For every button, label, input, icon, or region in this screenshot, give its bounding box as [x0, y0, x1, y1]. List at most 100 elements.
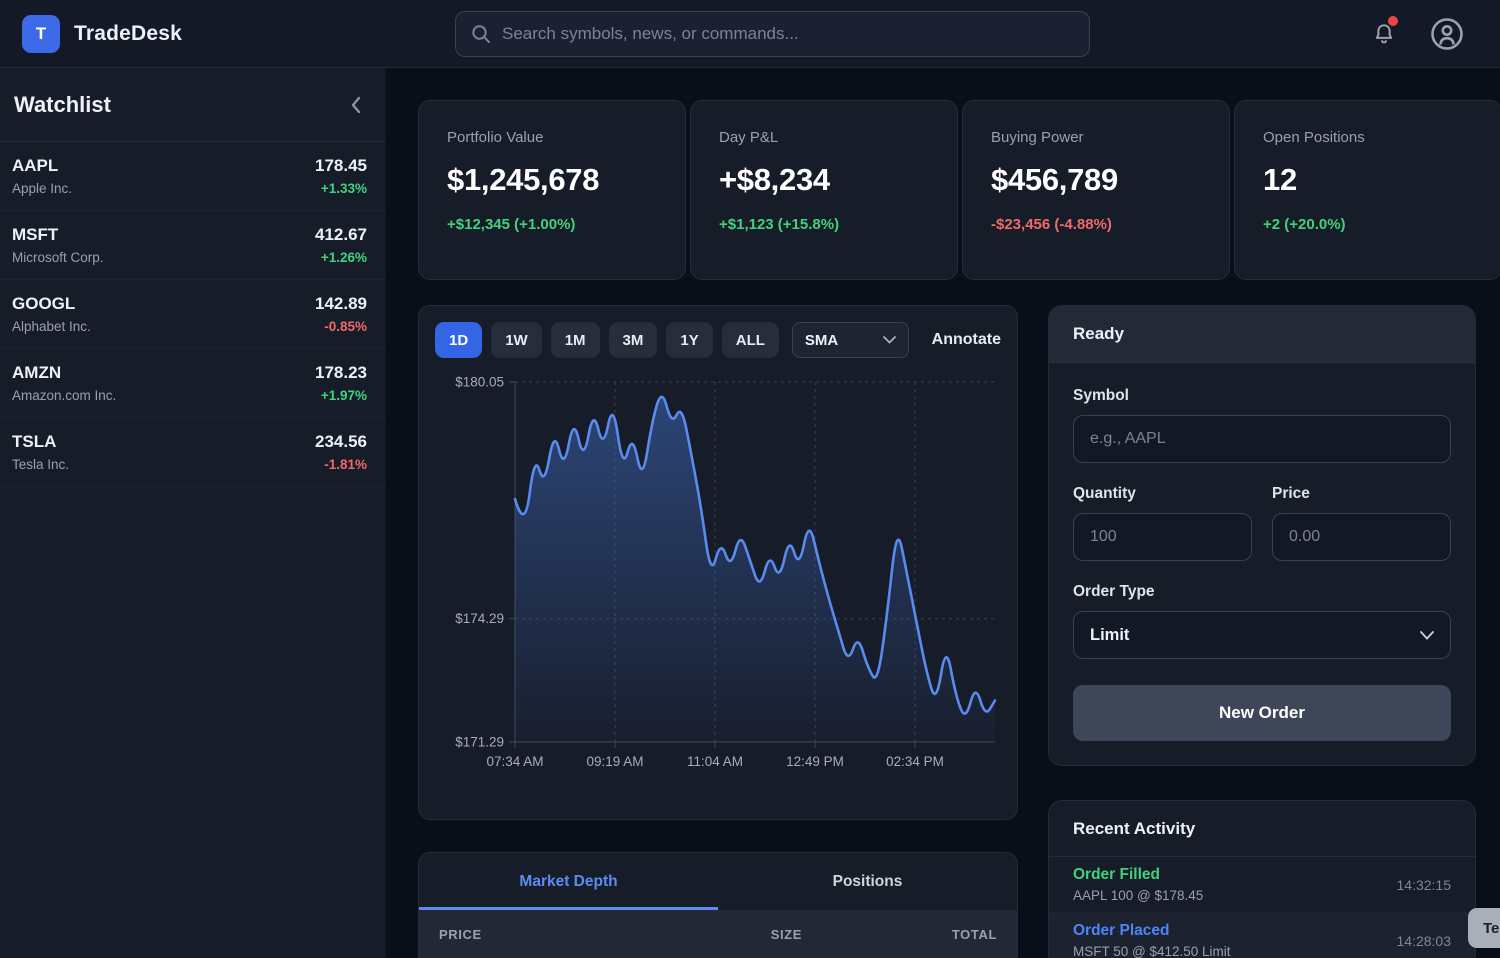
activity-item-title: Order Placed	[1073, 922, 1231, 940]
x-axis-label: 09:19 AM	[586, 754, 643, 769]
search-icon	[470, 23, 492, 45]
annotate-label[interactable]: Annotate	[932, 331, 1001, 349]
timeframe-button-1y[interactable]: 1Y	[666, 322, 712, 358]
price-input[interactable]	[1272, 513, 1451, 561]
activity-list: Order FilledAAPL 100 @ $178.4514:32:15Or…	[1049, 857, 1475, 958]
watchlist-item-quote: 178.23+1.97%	[315, 363, 367, 403]
column-header-total: TOTAL	[802, 927, 997, 942]
topbar: T TradeDesk	[0, 0, 1500, 68]
stat-card-day-p-l: Day P&L+$8,234+$1,123 (+15.8%)	[690, 100, 958, 280]
ticker-symbol: TSLA	[12, 432, 69, 452]
chart-area-fill	[515, 397, 995, 742]
quantity-input[interactable]	[1073, 513, 1252, 561]
activity-item-time: 14:32:15	[1397, 877, 1452, 893]
company-name: Tesla Inc.	[12, 457, 69, 472]
percent-change: +1.33%	[315, 181, 367, 196]
order-type-label: Order Type	[1073, 583, 1451, 601]
stat-label: Buying Power	[991, 129, 1201, 146]
sidebar: Watchlist AAPLApple Inc. 178.45 +1.33% MSFT…	[0, 68, 386, 958]
main-content: Portfolio Value $1,245,678 +$12,345 (+1.00…	[386, 68, 1500, 958]
x-axis-label: 07:34 AM	[486, 754, 543, 769]
last-price: 142.89	[315, 294, 367, 314]
watchlist-item-msft[interactable]: MSFT Microsoft Corp. 412.67 +1.26%	[0, 211, 385, 280]
chevron-left-icon	[349, 95, 363, 115]
timeframe-button-all[interactable]: ALL	[722, 322, 779, 358]
timeframe-button-3m[interactable]: 3M	[609, 322, 658, 358]
percent-change: +1.26%	[315, 250, 367, 265]
activity-item: Order FilledAAPL 100 @ $178.45 14:32:15	[1049, 857, 1475, 913]
depth-table-header: PRICESIZETOTAL	[419, 910, 1017, 958]
stat-label: Open Positions	[1263, 129, 1473, 146]
brand: T TradeDesk	[22, 15, 182, 53]
symbol-input[interactable]	[1073, 415, 1451, 463]
y-axis-label: $174.29	[455, 611, 504, 626]
indicator-select[interactable]: SMA	[792, 322, 909, 358]
order-type-value: Limit	[1090, 626, 1129, 645]
y-axis-label: $180.05	[455, 375, 504, 390]
collapse-sidebar-button[interactable]	[343, 89, 369, 121]
ticker-symbol: GOOGL	[12, 294, 91, 314]
watchlist-title: Watchlist	[14, 92, 111, 118]
new-order-button[interactable]: New Order	[1073, 685, 1451, 741]
stat-label: Portfolio Value	[447, 129, 657, 146]
ticker-symbol: AMZN	[12, 363, 116, 383]
chart-toolbar: 1D1W1M3M1Y ALL SMA Annotate	[435, 322, 1001, 358]
stat-value: 12	[1263, 162, 1473, 198]
chevron-down-icon	[1420, 631, 1434, 640]
watchlist-item-quote: 178.45 +1.33%	[315, 156, 367, 196]
order-form: Symbol Quantity Price	[1049, 363, 1475, 765]
timeframe-button-1w[interactable]: 1W	[491, 322, 542, 358]
notifications-button[interactable]	[1364, 14, 1404, 54]
notification-badge	[1388, 16, 1398, 26]
order-type-select[interactable]: Limit	[1073, 611, 1451, 659]
tab-positions[interactable]: Positions	[718, 853, 1017, 910]
stat-delta: +2 (+20.0%)	[1263, 216, 1473, 233]
chart-panel: 1D1W1M3M1Y ALL SMA Annotate $180.05 $174.2…	[418, 305, 1018, 820]
activity-item-main: Order FilledAAPL 100 @ $178.45	[1073, 866, 1203, 903]
order-status-text: Ready	[1073, 324, 1124, 344]
watchlist-item-info: GOOGL Alphabet Inc.	[12, 294, 91, 334]
stat-value: +$8,234	[719, 162, 929, 198]
bottom-panel: Market DepthPositions PRICESIZETOTAL	[418, 852, 1018, 958]
watchlist-item-tsla[interactable]: TSLATesla Inc.234.56-1.81%	[0, 418, 385, 487]
activity-header: Recent Activity	[1049, 801, 1475, 857]
stat-value: $456,789	[991, 162, 1201, 198]
activity-item-main: Order PlacedMSFT 50 @ $412.50 Limit	[1073, 922, 1231, 958]
left-column: 1D1W1M3M1Y ALL SMA Annotate $180.05 $174.2…	[418, 305, 1018, 958]
ticker-symbol: MSFT	[12, 225, 104, 245]
watchlist-item-quote: 142.89 -0.85%	[315, 294, 367, 334]
app-window: T TradeDesk Watchlist AAPLApple Inc. 178.…	[0, 0, 1500, 958]
toast: Te	[1468, 908, 1500, 948]
last-price: 412.67	[315, 225, 367, 245]
activity-item-title: Order Filled	[1073, 866, 1203, 884]
percent-change: -0.85%	[315, 319, 367, 334]
watchlist-item-info: AAPLApple Inc.	[12, 156, 72, 196]
activity-panel: Recent Activity Order FilledAAPL 100 @ $…	[1048, 800, 1476, 958]
tab-market-depth[interactable]: Market Depth	[419, 853, 718, 910]
watchlist-item-info: MSFT Microsoft Corp.	[12, 225, 104, 265]
logo-letter: T	[36, 24, 46, 44]
search-input[interactable]	[502, 24, 1075, 44]
app-title: TradeDesk	[74, 22, 182, 46]
watchlist-item-info: TSLA Tesla Inc.	[12, 432, 69, 472]
avatar-button[interactable]	[1427, 14, 1467, 54]
timeframe-button-1d[interactable]: 1D	[435, 322, 482, 358]
stat-label: Day P&L	[719, 129, 929, 146]
company-name: Microsoft Corp.	[12, 250, 104, 265]
company-name: Alphabet Inc.	[12, 319, 91, 334]
y-axis-label: $171.29	[455, 735, 504, 750]
watchlist-item-amzn[interactable]: AMZN Amazon.com Inc. 178.23+1.97%	[0, 349, 385, 418]
company-name: Amazon.com Inc.	[12, 388, 116, 403]
activity-title: Recent Activity	[1073, 819, 1195, 839]
watchlist-item-aapl[interactable]: AAPLApple Inc. 178.45 +1.33%	[0, 142, 385, 211]
stats-row: Portfolio Value $1,245,678 +$12,345 (+1.00…	[418, 100, 1500, 280]
chevron-down-icon	[883, 336, 896, 344]
stat-value: $1,245,678	[447, 162, 657, 198]
stat-delta: +$12,345 (+1.00%)	[447, 216, 657, 233]
price-chart[interactable]: $180.05$174.29$171.2907:34 AM09:19 AM11:…	[435, 374, 1001, 783]
search-bar	[455, 11, 1090, 57]
watchlist-item-googl[interactable]: GOOGL Alphabet Inc. 142.89 -0.85%	[0, 280, 385, 349]
last-price: 178.45	[315, 156, 367, 176]
timeframe-button-1m[interactable]: 1M	[551, 322, 600, 358]
activity-item-time: 14:28:03	[1397, 933, 1452, 949]
